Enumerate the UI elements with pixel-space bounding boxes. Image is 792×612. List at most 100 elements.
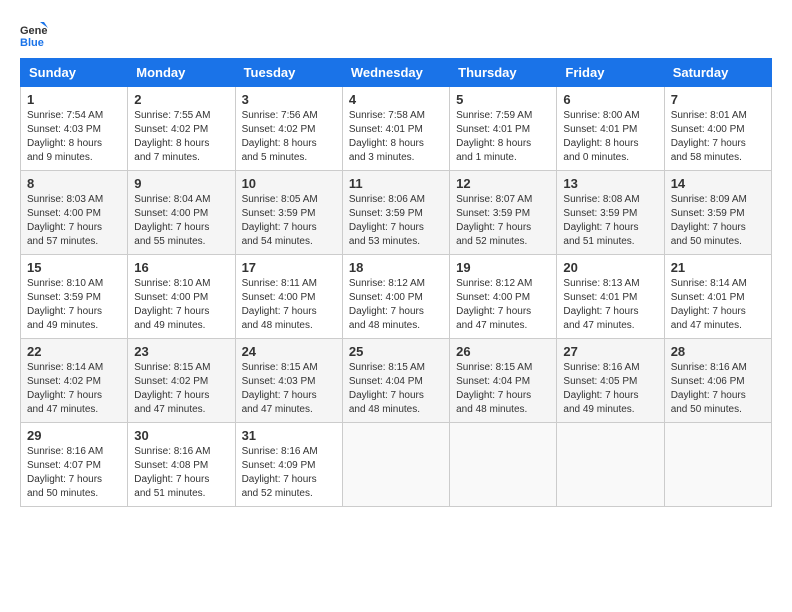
day-number: 20: [563, 260, 657, 275]
day-number: 15: [27, 260, 121, 275]
day-info: Sunrise: 8:08 AM Sunset: 3:59 PM Dayligh…: [563, 193, 657, 249]
calendar-week-row: 29 Sunrise: 8:16 AM Sunset: 4:07 PM Dayl…: [21, 423, 772, 507]
calendar-cell: 15 Sunrise: 8:10 AM Sunset: 3:59 PM Dayl…: [21, 255, 128, 339]
weekday-header-tuesday: Tuesday: [235, 59, 342, 87]
day-info: Sunrise: 7:56 AM Sunset: 4:02 PM Dayligh…: [242, 109, 336, 165]
calendar: SundayMondayTuesdayWednesdayThursdayFrid…: [20, 58, 772, 507]
svg-text:General: General: [20, 25, 48, 37]
calendar-cell: 18 Sunrise: 8:12 AM Sunset: 4:00 PM Dayl…: [342, 255, 449, 339]
calendar-cell: 11 Sunrise: 8:06 AM Sunset: 3:59 PM Dayl…: [342, 171, 449, 255]
day-info: Sunrise: 8:00 AM Sunset: 4:01 PM Dayligh…: [563, 109, 657, 165]
weekday-header-saturday: Saturday: [664, 59, 771, 87]
calendar-cell: 25 Sunrise: 8:15 AM Sunset: 4:04 PM Dayl…: [342, 339, 449, 423]
day-number: 14: [671, 176, 765, 191]
day-number: 22: [27, 344, 121, 359]
calendar-week-row: 8 Sunrise: 8:03 AM Sunset: 4:00 PM Dayli…: [21, 171, 772, 255]
calendar-cell: 24 Sunrise: 8:15 AM Sunset: 4:03 PM Dayl…: [235, 339, 342, 423]
calendar-cell: 26 Sunrise: 8:15 AM Sunset: 4:04 PM Dayl…: [450, 339, 557, 423]
day-info: Sunrise: 8:16 AM Sunset: 4:07 PM Dayligh…: [27, 445, 121, 501]
day-number: 28: [671, 344, 765, 359]
day-number: 25: [349, 344, 443, 359]
day-info: Sunrise: 8:10 AM Sunset: 4:00 PM Dayligh…: [134, 277, 228, 333]
calendar-cell: 21 Sunrise: 8:14 AM Sunset: 4:01 PM Dayl…: [664, 255, 771, 339]
calendar-cell: 12 Sunrise: 8:07 AM Sunset: 3:59 PM Dayl…: [450, 171, 557, 255]
day-info: Sunrise: 7:58 AM Sunset: 4:01 PM Dayligh…: [349, 109, 443, 165]
calendar-cell: 19 Sunrise: 8:12 AM Sunset: 4:00 PM Dayl…: [450, 255, 557, 339]
day-number: 11: [349, 176, 443, 191]
calendar-cell: 31 Sunrise: 8:16 AM Sunset: 4:09 PM Dayl…: [235, 423, 342, 507]
logo: General Blue: [20, 20, 52, 48]
day-info: Sunrise: 8:01 AM Sunset: 4:00 PM Dayligh…: [671, 109, 765, 165]
calendar-cell: 30 Sunrise: 8:16 AM Sunset: 4:08 PM Dayl…: [128, 423, 235, 507]
day-info: Sunrise: 8:16 AM Sunset: 4:06 PM Dayligh…: [671, 361, 765, 417]
day-number: 5: [456, 92, 550, 107]
day-number: 18: [349, 260, 443, 275]
day-info: Sunrise: 8:09 AM Sunset: 3:59 PM Dayligh…: [671, 193, 765, 249]
calendar-cell: 14 Sunrise: 8:09 AM Sunset: 3:59 PM Dayl…: [664, 171, 771, 255]
day-number: 6: [563, 92, 657, 107]
weekday-header-monday: Monday: [128, 59, 235, 87]
day-info: Sunrise: 8:03 AM Sunset: 4:00 PM Dayligh…: [27, 193, 121, 249]
header: General Blue: [20, 20, 772, 48]
day-number: 21: [671, 260, 765, 275]
calendar-cell: 6 Sunrise: 8:00 AM Sunset: 4:01 PM Dayli…: [557, 87, 664, 171]
day-number: 12: [456, 176, 550, 191]
calendar-cell: 17 Sunrise: 8:11 AM Sunset: 4:00 PM Dayl…: [235, 255, 342, 339]
calendar-cell: 29 Sunrise: 8:16 AM Sunset: 4:07 PM Dayl…: [21, 423, 128, 507]
day-number: 19: [456, 260, 550, 275]
day-info: Sunrise: 8:06 AM Sunset: 3:59 PM Dayligh…: [349, 193, 443, 249]
svg-text:Blue: Blue: [20, 37, 44, 48]
calendar-cell: [450, 423, 557, 507]
calendar-cell: 1 Sunrise: 7:54 AM Sunset: 4:03 PM Dayli…: [21, 87, 128, 171]
calendar-cell: 20 Sunrise: 8:13 AM Sunset: 4:01 PM Dayl…: [557, 255, 664, 339]
weekday-header-sunday: Sunday: [21, 59, 128, 87]
day-number: 4: [349, 92, 443, 107]
day-info: Sunrise: 8:16 AM Sunset: 4:09 PM Dayligh…: [242, 445, 336, 501]
calendar-cell: 27 Sunrise: 8:16 AM Sunset: 4:05 PM Dayl…: [557, 339, 664, 423]
day-info: Sunrise: 8:12 AM Sunset: 4:00 PM Dayligh…: [456, 277, 550, 333]
day-number: 31: [242, 428, 336, 443]
day-number: 8: [27, 176, 121, 191]
day-info: Sunrise: 8:07 AM Sunset: 3:59 PM Dayligh…: [456, 193, 550, 249]
day-number: 30: [134, 428, 228, 443]
day-number: 7: [671, 92, 765, 107]
day-info: Sunrise: 7:55 AM Sunset: 4:02 PM Dayligh…: [134, 109, 228, 165]
calendar-week-row: 15 Sunrise: 8:10 AM Sunset: 3:59 PM Dayl…: [21, 255, 772, 339]
day-info: Sunrise: 8:15 AM Sunset: 4:02 PM Dayligh…: [134, 361, 228, 417]
calendar-cell: [557, 423, 664, 507]
day-info: Sunrise: 8:14 AM Sunset: 4:01 PM Dayligh…: [671, 277, 765, 333]
calendar-week-row: 22 Sunrise: 8:14 AM Sunset: 4:02 PM Dayl…: [21, 339, 772, 423]
day-number: 16: [134, 260, 228, 275]
day-number: 29: [27, 428, 121, 443]
day-info: Sunrise: 8:14 AM Sunset: 4:02 PM Dayligh…: [27, 361, 121, 417]
day-number: 9: [134, 176, 228, 191]
calendar-header-row: SundayMondayTuesdayWednesdayThursdayFrid…: [21, 59, 772, 87]
calendar-cell: [342, 423, 449, 507]
day-number: 2: [134, 92, 228, 107]
day-info: Sunrise: 8:15 AM Sunset: 4:04 PM Dayligh…: [456, 361, 550, 417]
calendar-cell: 9 Sunrise: 8:04 AM Sunset: 4:00 PM Dayli…: [128, 171, 235, 255]
day-number: 26: [456, 344, 550, 359]
calendar-cell: 4 Sunrise: 7:58 AM Sunset: 4:01 PM Dayli…: [342, 87, 449, 171]
calendar-cell: 2 Sunrise: 7:55 AM Sunset: 4:02 PM Dayli…: [128, 87, 235, 171]
day-info: Sunrise: 8:13 AM Sunset: 4:01 PM Dayligh…: [563, 277, 657, 333]
weekday-header-thursday: Thursday: [450, 59, 557, 87]
day-number: 1: [27, 92, 121, 107]
calendar-cell: 5 Sunrise: 7:59 AM Sunset: 4:01 PM Dayli…: [450, 87, 557, 171]
calendar-cell: [664, 423, 771, 507]
day-number: 27: [563, 344, 657, 359]
calendar-cell: 10 Sunrise: 8:05 AM Sunset: 3:59 PM Dayl…: [235, 171, 342, 255]
day-info: Sunrise: 7:59 AM Sunset: 4:01 PM Dayligh…: [456, 109, 550, 165]
day-number: 24: [242, 344, 336, 359]
calendar-week-row: 1 Sunrise: 7:54 AM Sunset: 4:03 PM Dayli…: [21, 87, 772, 171]
day-info: Sunrise: 8:04 AM Sunset: 4:00 PM Dayligh…: [134, 193, 228, 249]
day-number: 3: [242, 92, 336, 107]
calendar-cell: 13 Sunrise: 8:08 AM Sunset: 3:59 PM Dayl…: [557, 171, 664, 255]
day-info: Sunrise: 8:12 AM Sunset: 4:00 PM Dayligh…: [349, 277, 443, 333]
calendar-cell: 7 Sunrise: 8:01 AM Sunset: 4:00 PM Dayli…: [664, 87, 771, 171]
calendar-cell: 16 Sunrise: 8:10 AM Sunset: 4:00 PM Dayl…: [128, 255, 235, 339]
calendar-cell: 8 Sunrise: 8:03 AM Sunset: 4:00 PM Dayli…: [21, 171, 128, 255]
calendar-cell: 3 Sunrise: 7:56 AM Sunset: 4:02 PM Dayli…: [235, 87, 342, 171]
calendar-cell: 28 Sunrise: 8:16 AM Sunset: 4:06 PM Dayl…: [664, 339, 771, 423]
day-info: Sunrise: 8:11 AM Sunset: 4:00 PM Dayligh…: [242, 277, 336, 333]
